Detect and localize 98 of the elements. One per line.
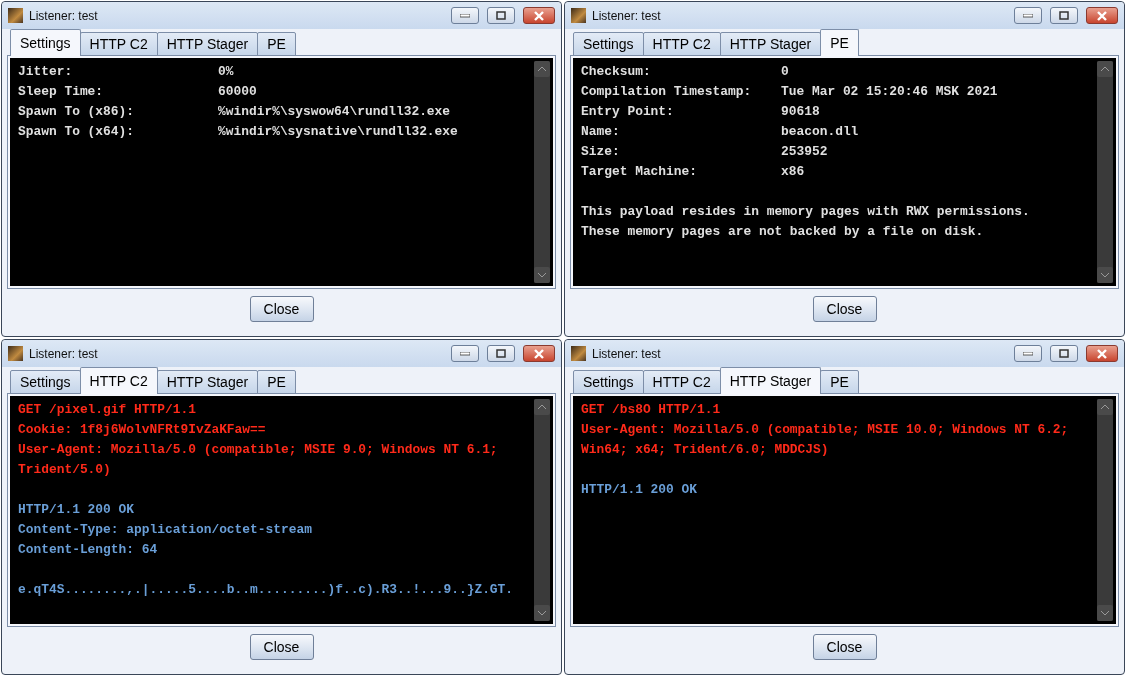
console-line: User-Agent: Mozilla/5.0 (compatible; MSIE 10.0; Windows NT 6.2; [581, 421, 1070, 439]
tab[interactable]: HTTP Stager [719, 367, 822, 394]
field-value: Tue Mar 02 15:20:46 MSK 2021 [781, 83, 998, 101]
field-label: Size: [581, 143, 621, 161]
console-line: Trident/5.0) [18, 461, 112, 479]
scroll-up-icon[interactable] [1097, 399, 1113, 415]
field-label: Target Machine: [581, 163, 699, 181]
field-label: Sleep Time: [18, 83, 105, 101]
tab[interactable]: Settings [573, 32, 644, 56]
window-title: Listener: test [592, 8, 662, 23]
scrollbar[interactable] [534, 399, 550, 621]
app-icon [8, 8, 23, 23]
tab[interactable]: Settings [573, 370, 644, 394]
scroll-up-icon[interactable] [534, 399, 550, 415]
tab[interactable]: Settings [10, 29, 81, 56]
tab[interactable]: HTTP Stager [156, 370, 259, 394]
field-label: Entry Point: [581, 103, 675, 121]
field-value: 0% [218, 63, 234, 81]
tab[interactable]: HTTP Stager [719, 32, 822, 56]
tab[interactable]: PE [257, 370, 296, 394]
scrollbar[interactable] [1097, 61, 1113, 283]
close-window-button[interactable] [1086, 345, 1118, 362]
maximize-icon [1059, 11, 1069, 20]
close-icon [1096, 10, 1108, 21]
app-icon [571, 346, 586, 361]
console-line: Content-Type: application/octet-stream [18, 521, 313, 539]
scroll-down-icon[interactable] [534, 605, 550, 621]
console-line: GET /bs8O HTTP/1.1 [581, 401, 722, 419]
window-title: Listener: test [592, 346, 662, 361]
minimize-button[interactable] [1014, 345, 1042, 362]
minimize-button[interactable] [451, 345, 479, 362]
field-label: Jitter: [18, 63, 74, 81]
maximize-icon [1059, 349, 1069, 358]
minimize-icon [460, 351, 470, 356]
field-value: %windir%\syswow64\rundll32.exe [218, 103, 451, 121]
close-icon [533, 348, 545, 359]
console-line: Cookie: 1f8j6WolvNFRt9IvZaKFaw== [18, 421, 267, 439]
maximize-button[interactable] [487, 7, 515, 24]
tab[interactable]: HTTP C2 [79, 32, 158, 56]
close-button[interactable]: Close [249, 296, 314, 322]
minimize-button[interactable] [451, 7, 479, 24]
minimize-icon [1023, 351, 1033, 356]
minimize-icon [460, 13, 470, 18]
close-window-button[interactable] [523, 345, 555, 362]
scroll-up-icon[interactable] [1097, 61, 1113, 77]
minimize-icon [1023, 13, 1033, 18]
console-line: These memory pages are not backed by a file on disk. [581, 223, 985, 241]
close-window-button[interactable] [523, 7, 555, 24]
app-icon [571, 8, 586, 23]
console-line: This payload resides in memory pages with RWX permissions. [581, 203, 1031, 221]
tab[interactable]: PE [820, 370, 859, 394]
console-line: HTTP/1.1 200 OK [18, 501, 136, 519]
window-title: Listener: test [29, 8, 99, 23]
field-value: beacon.dll [781, 123, 859, 141]
scrollbar[interactable] [1097, 399, 1113, 621]
field-label: Spawn To (x86): [18, 103, 136, 121]
field-label: Name: [581, 123, 621, 141]
maximize-icon [496, 11, 506, 20]
close-button[interactable]: Close [812, 296, 877, 322]
maximize-button[interactable] [487, 345, 515, 362]
field-value: 90618 [781, 103, 820, 121]
scroll-down-icon[interactable] [534, 267, 550, 283]
close-icon [1096, 348, 1108, 359]
tab[interactable]: PE [257, 32, 296, 56]
tab[interactable]: HTTP C2 [642, 370, 721, 394]
console-line: GET /pixel.gif HTTP/1.1 [18, 401, 197, 419]
console-line: HTTP/1.1 200 OK [581, 481, 699, 499]
console-line: e.qT4S........,.|.....5....b..m.........)f..c).R3..!...9..}Z.GT. [18, 581, 515, 599]
field-value: 0 [781, 63, 789, 81]
tab[interactable]: Settings [10, 370, 81, 394]
tab[interactable]: HTTP C2 [79, 367, 158, 394]
field-value: x86 [781, 163, 805, 181]
console-line: User-Agent: Mozilla/5.0 (compatible; MSIE 9.0; Windows NT 6.1; [18, 441, 499, 459]
field-label: Spawn To (x64): [18, 123, 136, 141]
console-line: Content-Length: 64 [18, 541, 159, 559]
field-value: %windir%\sysnative\rundll32.exe [218, 123, 458, 141]
tab[interactable]: HTTP C2 [642, 32, 721, 56]
close-button[interactable]: Close [812, 634, 877, 660]
scroll-down-icon[interactable] [1097, 605, 1113, 621]
tab[interactable]: HTTP Stager [156, 32, 259, 56]
window-title: Listener: test [29, 346, 99, 361]
field-value: 60000 [218, 83, 257, 101]
maximize-button[interactable] [1050, 345, 1078, 362]
scroll-down-icon[interactable] [1097, 267, 1113, 283]
minimize-button[interactable] [1014, 7, 1042, 24]
maximize-icon [496, 349, 506, 358]
close-icon [533, 10, 545, 21]
field-label: Checksum: [581, 63, 652, 81]
maximize-button[interactable] [1050, 7, 1078, 24]
scroll-up-icon[interactable] [534, 61, 550, 77]
console-line: Win64; x64; Trident/6.0; MDDCJS) [581, 441, 830, 459]
tab[interactable]: PE [820, 29, 859, 56]
app-icon [8, 346, 23, 361]
scrollbar[interactable] [534, 61, 550, 283]
field-label: Compilation Timestamp: [581, 83, 753, 101]
field-value: 253952 [781, 143, 828, 161]
close-window-button[interactable] [1086, 7, 1118, 24]
close-button[interactable]: Close [249, 634, 314, 660]
